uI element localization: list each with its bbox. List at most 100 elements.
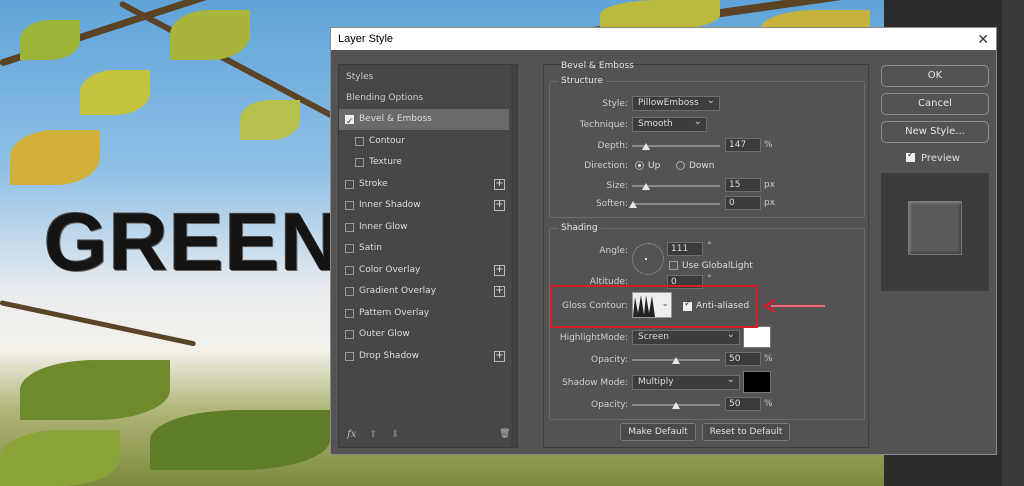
canvas-text-green: GREEN (44, 197, 341, 288)
direction-label: Direction: (584, 161, 628, 171)
style-item-label: Texture (369, 157, 402, 167)
highlight-mode-select[interactable]: Screen (632, 328, 740, 345)
style-item-checkbox[interactable] (345, 330, 354, 339)
add-icon[interactable]: + (494, 350, 505, 362)
size-slider-thumb[interactable] (642, 183, 650, 190)
style-item-pattern-overlay[interactable]: Pattern Overlay (339, 303, 509, 324)
style-item-inner-glow[interactable]: Inner Glow (339, 217, 509, 238)
angle-label: Angle: (599, 246, 628, 256)
highlight-opacity-unit: % (764, 354, 773, 364)
direction-up-radio[interactable] (635, 161, 644, 170)
ok-button[interactable]: OK (881, 65, 989, 87)
close-icon[interactable]: ✕ (977, 28, 989, 50)
dialog-titlebar: Layer Style ✕ (331, 28, 996, 50)
add-icon[interactable]: + (494, 178, 505, 190)
angle-input[interactable]: 111 (667, 242, 703, 256)
style-item-satin[interactable]: Satin (339, 238, 509, 259)
move-down-icon[interactable]: ⬇ (391, 429, 399, 440)
direction-up-label: Up (648, 161, 661, 171)
style-item-checkbox[interactable] (345, 179, 354, 189)
fx-icon[interactable]: fx (347, 429, 356, 440)
style-item-checkbox[interactable] (355, 136, 364, 146)
blending-options-item[interactable]: Blending Options (339, 88, 509, 109)
style-item-label: Stroke (359, 178, 388, 189)
annotation-arrow-icon (762, 298, 825, 314)
style-item-label: Color Overlay (359, 264, 421, 275)
style-item-outer-glow[interactable]: Outer Glow (339, 324, 509, 345)
size-input[interactable]: 15 (725, 178, 761, 192)
styles-list-scrollbar[interactable] (511, 65, 517, 447)
size-label: Size: (606, 181, 628, 191)
style-item-gradient-overlay[interactable]: Gradient Overlay + (339, 281, 509, 302)
annotation-highlight-box (550, 285, 758, 328)
style-item-checkbox[interactable] (345, 244, 354, 253)
depth-unit: % (764, 140, 773, 150)
style-item-checkbox[interactable] (355, 158, 364, 167)
style-item-contour[interactable]: Contour (339, 131, 509, 152)
style-item-checkbox[interactable] (345, 351, 354, 361)
style-item-drop-shadow[interactable]: Drop Shadow + (339, 346, 509, 367)
depth-input[interactable]: 147 (725, 138, 761, 152)
highlight-opacity-thumb[interactable] (672, 357, 680, 364)
style-item-color-overlay[interactable]: Color Overlay + (339, 260, 509, 281)
shadow-opacity-label: Opacity: (591, 400, 628, 410)
shadow-mode-select[interactable]: Multiply (632, 373, 740, 390)
global-light-label: Use GlobalLight (682, 261, 753, 271)
move-up-icon[interactable]: ⬆ (369, 429, 377, 440)
style-item-inner-shadow[interactable]: Inner Shadow + (339, 195, 509, 216)
preview-checkbox[interactable] (906, 150, 915, 162)
add-icon[interactable]: + (494, 264, 505, 276)
style-item-label: Inner Glow (359, 221, 408, 232)
preview-swatch (908, 201, 962, 255)
soften-label: Soften: (595, 199, 628, 209)
style-item-checkbox[interactable] (345, 287, 354, 296)
style-item-label: Outer Glow (359, 329, 410, 339)
direction-down-label: Down (689, 161, 715, 171)
styles-list-footer: fx ⬆ ⬇ 🗑 (339, 425, 517, 447)
shading-title: Shading (558, 223, 601, 233)
shadow-color-swatch[interactable] (743, 371, 771, 393)
trash-icon[interactable]: 🗑 (499, 429, 510, 439)
add-icon[interactable]: + (494, 286, 505, 297)
soften-input[interactable]: 0 (725, 196, 761, 210)
technique-select[interactable]: Smooth (632, 115, 707, 132)
depth-label: Depth: (597, 141, 628, 151)
shadow-opacity-input[interactable]: 50 (725, 397, 761, 411)
style-item-checkbox[interactable] (345, 265, 354, 275)
bevel-emboss-settings: Bevel & Emboss Structure Style: PillowEm… (543, 61, 869, 448)
style-item-label: Drop Shadow (359, 350, 420, 361)
styles-header[interactable]: Styles (339, 67, 509, 88)
reset-to-default-button[interactable]: Reset to Default (702, 423, 790, 441)
shadow-opacity-thumb[interactable] (672, 402, 680, 409)
altitude-unit: ° (707, 274, 712, 284)
global-light-checkbox[interactable] (669, 261, 678, 270)
cancel-button[interactable]: Cancel (881, 93, 989, 115)
make-default-button[interactable]: Make Default (620, 423, 696, 441)
layer-style-dialog: Layer Style ✕ Styles Blending Options Be… (330, 27, 997, 455)
style-select[interactable]: PillowEmboss (632, 94, 720, 111)
soften-slider-track[interactable] (632, 203, 720, 205)
section-title: Bevel & Emboss (561, 61, 634, 71)
highlight-opacity-input[interactable]: 50 (725, 352, 761, 366)
angle-dial[interactable] (632, 243, 664, 275)
style-item-checkbox[interactable] (345, 308, 354, 318)
depth-slider-thumb[interactable] (642, 143, 650, 150)
style-item-checkbox[interactable] (345, 201, 354, 210)
style-item-texture[interactable]: Texture (339, 152, 509, 173)
dialog-title: Layer Style (338, 33, 394, 45)
style-item-bevel-emboss[interactable]: Bevel & Emboss (339, 109, 509, 133)
style-item-stroke[interactable]: Stroke + (339, 174, 509, 195)
style-label: Style: (602, 99, 628, 109)
style-item-checkbox[interactable] (345, 222, 354, 232)
size-unit: px (764, 180, 776, 190)
soften-slider-thumb[interactable] (629, 201, 637, 208)
direction-down-radio[interactable] (676, 161, 685, 170)
style-item-checkbox[interactable] (345, 112, 354, 133)
preview-thumbnail (881, 173, 989, 291)
add-icon[interactable]: + (494, 200, 505, 211)
highlight-opacity-label: Opacity: (591, 355, 628, 365)
highlight-color-swatch[interactable] (743, 326, 771, 348)
style-item-label: Gradient Overlay (359, 286, 437, 296)
new-style-button[interactable]: New Style... (881, 121, 989, 143)
styles-list-panel: Styles Blending Options Bevel & Emboss Co… (338, 64, 518, 448)
